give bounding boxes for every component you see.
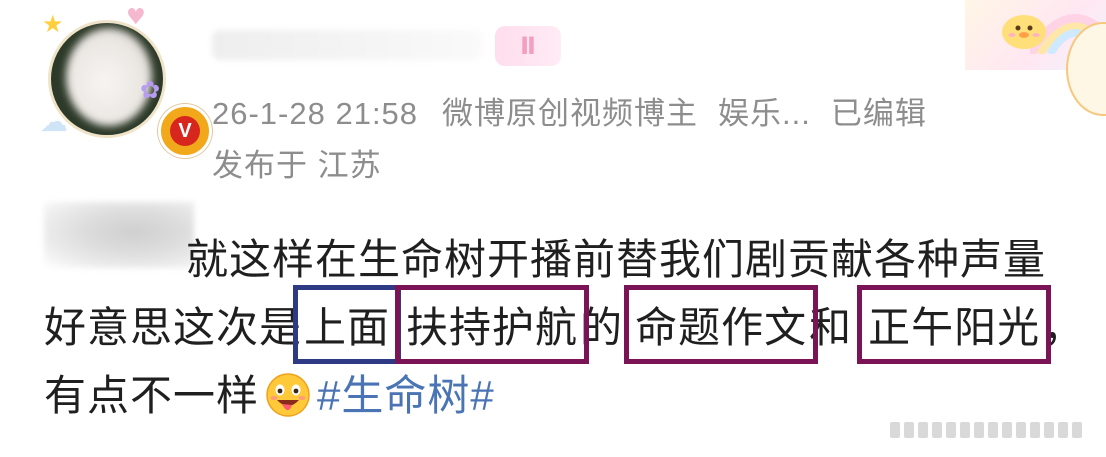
indicator-dot	[1030, 422, 1040, 438]
edited-label: 已编辑	[830, 96, 927, 131]
level-badge: Ⅱ	[495, 26, 561, 66]
topic-hashtag-link[interactable]: #生命树#	[317, 372, 495, 419]
author-category: 娱乐...	[718, 96, 811, 131]
username-blurred[interactable]	[212, 30, 482, 60]
verified-badge-icon: V	[158, 104, 212, 158]
text-segment: 的	[580, 304, 624, 351]
indicator-dot	[932, 422, 942, 438]
mention-blurred[interactable]	[44, 202, 194, 268]
chick-icon	[1002, 15, 1046, 49]
cloud-icon: ☁	[40, 105, 68, 138]
text-segment: 和	[809, 304, 853, 351]
star-icon: ★	[42, 10, 64, 38]
avatar[interactable]: ★ ✿ ♥ ☁ V	[36, 5, 212, 158]
drooling-face-emoji-icon	[266, 373, 310, 417]
indicator-dot	[988, 422, 998, 438]
indicator-dot	[1002, 422, 1012, 438]
highlight-box-purple: 命题作文	[624, 285, 819, 364]
indicator-dot	[960, 422, 970, 438]
flower-icon: ✿	[140, 76, 161, 104]
indicator-dot	[1016, 422, 1026, 438]
weibo-post-card: Ⅱ ★ ✿ ♥ ☁ V 26-1-28 21:58 微博原创视频博主 娱乐... 已编…	[0, 0, 1106, 457]
post-text-line-3: 有点不一样 #生命树#	[44, 362, 495, 423]
text-segment: 有点不一样	[44, 372, 260, 419]
image-indicator-bar	[890, 422, 1090, 438]
post-location: 发布于 江苏	[212, 148, 382, 183]
post-text-line-1: 就这样在生命树开播前替我们剧贡献各种声量	[186, 236, 1047, 283]
indicator-dot	[1072, 422, 1082, 438]
indicator-dot	[904, 422, 914, 438]
indicator-dot	[946, 422, 956, 438]
post-timestamp: 26-1-28 21:58	[212, 96, 419, 131]
highlight-box-purple: 正午阳光	[857, 285, 1052, 364]
indicator-dot	[918, 422, 928, 438]
indicator-dot	[974, 422, 984, 438]
highlight-box-blue: 上面	[293, 285, 402, 364]
post-text-line-2: 好意思这次是上面 扶持护航的 命题作文和 正午阳光，	[44, 285, 1086, 364]
author-tag: 微博原创视频博主	[442, 96, 699, 131]
bunny-decoration-icon: ♥	[126, 5, 146, 30]
highlight-box-purple: 扶持护航	[395, 285, 590, 364]
post-meta: 26-1-28 21:58 微博原创视频博主 娱乐... 已编辑	[212, 88, 947, 131]
indicator-dot	[1058, 422, 1068, 438]
indicator-dot	[890, 422, 900, 438]
text-segment: ，	[1042, 304, 1086, 351]
text-segment: 好意思这次是	[44, 304, 303, 351]
indicator-dot	[1044, 422, 1054, 438]
